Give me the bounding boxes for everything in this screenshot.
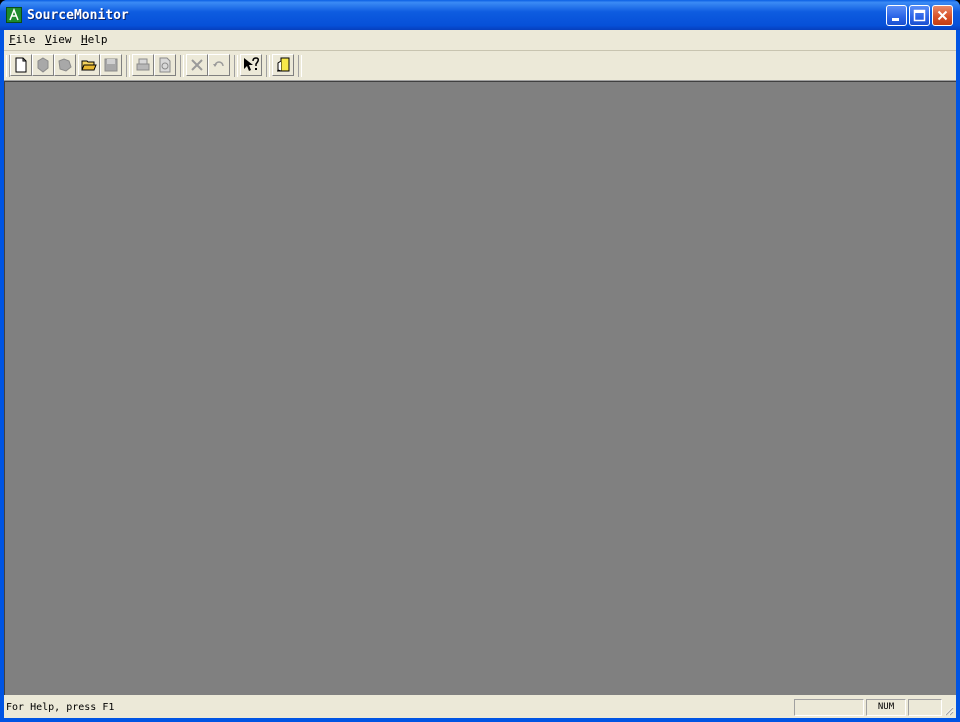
minimize-icon xyxy=(892,18,899,21)
num-lock-indicator: NUM xyxy=(866,699,906,716)
metrics-icon xyxy=(58,58,72,72)
print-icon xyxy=(136,58,150,71)
close-button[interactable] xyxy=(932,5,953,26)
open-button[interactable] xyxy=(78,54,100,76)
refresh-button[interactable] xyxy=(208,54,230,76)
toolbar-separator xyxy=(126,55,130,77)
toolbar-separator xyxy=(266,55,270,77)
toolbar-separator xyxy=(180,55,184,77)
status-pane-empty xyxy=(794,699,864,716)
status-bar: For Help, press F1 NUM xyxy=(4,696,956,718)
status-message: For Help, press F1 xyxy=(6,702,115,713)
toolbar-separator xyxy=(234,55,238,77)
app-window: SourceMonitor File View Help For Help, p… xyxy=(0,0,960,722)
title-bar[interactable]: SourceMonitor xyxy=(0,0,960,30)
print-preview-icon xyxy=(159,57,171,73)
refresh-icon xyxy=(213,61,224,67)
app-logo-icon[interactable] xyxy=(6,7,22,23)
resize-grip-icon[interactable] xyxy=(942,704,954,716)
minimize-button[interactable] xyxy=(886,5,907,26)
mdi-workspace[interactable] xyxy=(4,81,956,695)
new-document-icon xyxy=(15,57,27,73)
checkpoint-button[interactable] xyxy=(32,54,54,76)
toolbar xyxy=(4,51,956,81)
menu-help[interactable]: Help xyxy=(81,33,108,47)
delete-x-icon xyxy=(191,59,203,71)
maximize-button[interactable] xyxy=(909,5,930,26)
new-button[interactable] xyxy=(10,54,32,76)
context-help-button[interactable] xyxy=(240,54,262,76)
window-title: SourceMonitor xyxy=(27,8,129,23)
print-button[interactable] xyxy=(132,54,154,76)
metrics-button[interactable] xyxy=(54,54,76,76)
menu-view[interactable]: View xyxy=(45,33,72,47)
menu-file[interactable]: File xyxy=(9,33,36,47)
save-button[interactable] xyxy=(100,54,122,76)
status-pane-scroll xyxy=(908,699,942,716)
toolbar-end-separator xyxy=(298,55,302,77)
checkpoint-icon xyxy=(37,57,49,73)
exit-button[interactable] xyxy=(272,54,294,76)
context-help-icon xyxy=(244,57,259,71)
print-preview-button[interactable] xyxy=(154,54,176,76)
client-area: File View Help For Help, press F1 NUM xyxy=(4,30,956,718)
delete-button[interactable] xyxy=(186,54,208,76)
maximize-icon xyxy=(913,9,926,22)
menu-bar: File View Help xyxy=(4,30,956,51)
close-icon xyxy=(937,10,948,21)
save-disk-icon xyxy=(104,58,118,72)
exit-door-icon xyxy=(277,57,290,72)
open-folder-icon xyxy=(81,60,97,71)
